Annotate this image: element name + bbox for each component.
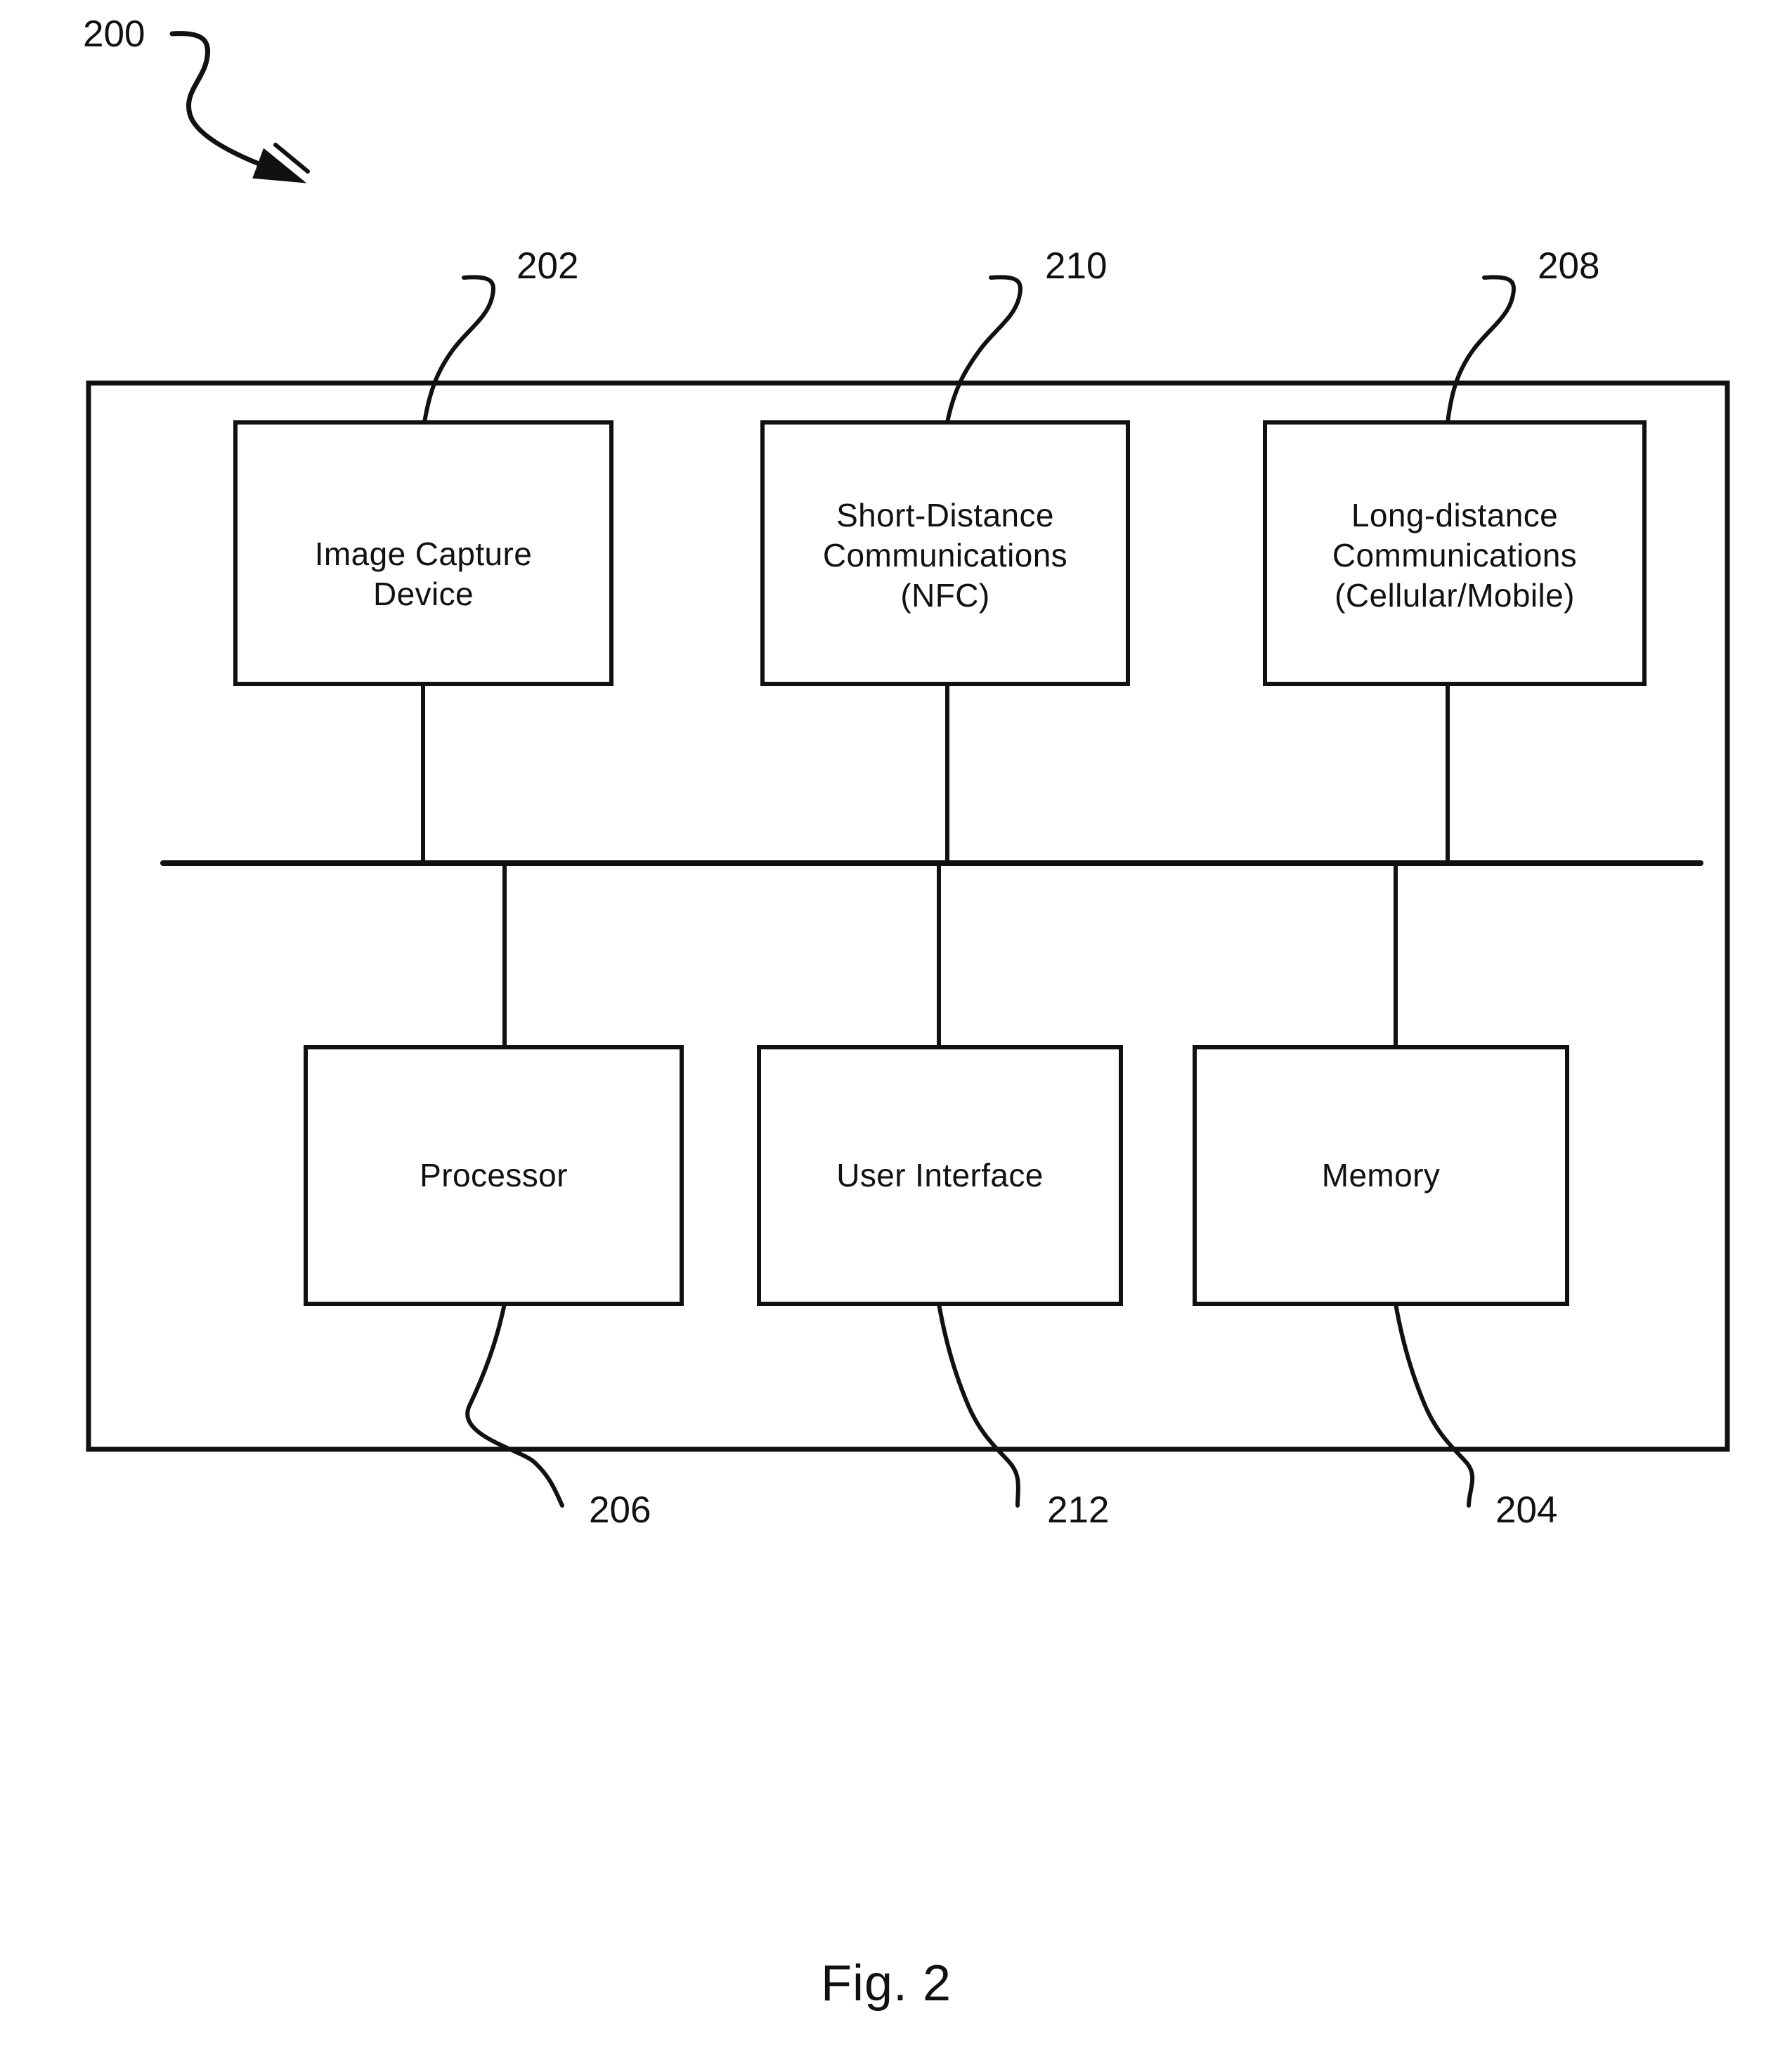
- patent-figure: Image Capture Device Short-Distance Comm…: [0, 0, 1792, 2065]
- reference-number-204: 204: [1495, 1489, 1558, 1531]
- reference-number-206: 206: [589, 1489, 651, 1531]
- block-outline-long-distance-communications: [1263, 420, 1647, 686]
- reference-number-202: 202: [517, 245, 579, 287]
- system-reference-number: 200: [83, 13, 145, 55]
- block-outline-user-interface: [757, 1045, 1123, 1306]
- figure-drawing-canvas: [86, 31, 1730, 1508]
- block-outline-short-distance-communications: [760, 420, 1130, 686]
- reference-number-212: 212: [1047, 1489, 1110, 1531]
- ref-leader-208: [1446, 275, 1516, 425]
- reference-number-208: 208: [1538, 245, 1600, 287]
- block-outline-processor: [304, 1045, 684, 1306]
- ref-leader-206: [465, 1302, 564, 1508]
- block-outline-memory: [1193, 1045, 1569, 1306]
- system-leader-200: [169, 31, 310, 183]
- ref-leader-212: [937, 1302, 1020, 1508]
- reference-number-210: 210: [1045, 245, 1108, 287]
- ref-leader-202: [422, 275, 495, 425]
- figure-caption: Fig. 2: [821, 1955, 952, 2012]
- device-enclosure: [86, 380, 1730, 1452]
- ref-leader-204: [1394, 1302, 1475, 1508]
- ref-leader-210: [945, 275, 1022, 425]
- block-outline-image-capture-device: [233, 420, 613, 686]
